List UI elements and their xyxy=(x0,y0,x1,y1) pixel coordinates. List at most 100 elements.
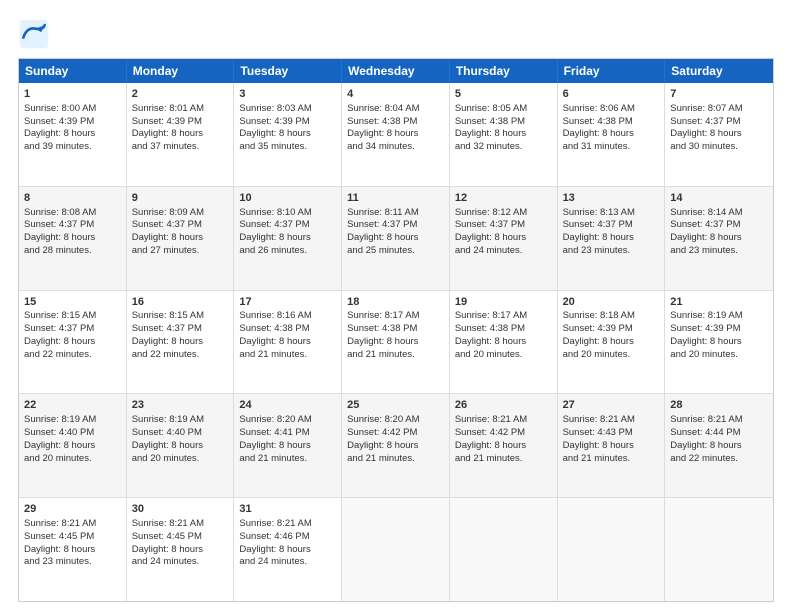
day-info-line: Sunset: 4:45 PM xyxy=(24,531,121,544)
day-info-line: Sunset: 4:39 PM xyxy=(563,323,660,336)
header xyxy=(18,18,774,50)
day-number: 6 xyxy=(563,87,660,102)
calendar-header: SundayMondayTuesdayWednesdayThursdayFrid… xyxy=(19,59,773,83)
day-info-line: Sunset: 4:38 PM xyxy=(239,323,336,336)
day-number: 10 xyxy=(239,191,336,206)
day-info-line: and 20 minutes. xyxy=(132,453,229,466)
day-number: 20 xyxy=(563,295,660,310)
calendar-cell xyxy=(665,498,773,601)
day-info-line: Sunrise: 8:15 AM xyxy=(132,310,229,323)
day-info-line: Sunset: 4:39 PM xyxy=(239,116,336,129)
day-info-line: Daylight: 8 hours xyxy=(132,336,229,349)
day-info-line: Sunset: 4:37 PM xyxy=(24,219,121,232)
day-info-line: and 22 minutes. xyxy=(24,349,121,362)
calendar-cell: 17Sunrise: 8:16 AMSunset: 4:38 PMDayligh… xyxy=(234,291,342,394)
calendar-cell: 31Sunrise: 8:21 AMSunset: 4:46 PMDayligh… xyxy=(234,498,342,601)
day-info-line: and 22 minutes. xyxy=(132,349,229,362)
day-info-line: and 30 minutes. xyxy=(670,141,768,154)
header-cell-saturday: Saturday xyxy=(665,59,773,83)
day-info-line: Daylight: 8 hours xyxy=(670,336,768,349)
day-info-line: Sunset: 4:39 PM xyxy=(670,323,768,336)
day-info-line: and 23 minutes. xyxy=(563,245,660,258)
day-info-line: Daylight: 8 hours xyxy=(239,440,336,453)
day-number: 15 xyxy=(24,295,121,310)
day-info-line: Sunrise: 8:19 AM xyxy=(670,310,768,323)
day-number: 17 xyxy=(239,295,336,310)
day-info-line: Daylight: 8 hours xyxy=(239,232,336,245)
calendar-cell: 5Sunrise: 8:05 AMSunset: 4:38 PMDaylight… xyxy=(450,83,558,186)
day-info-line: Daylight: 8 hours xyxy=(347,336,444,349)
day-info-line: Sunset: 4:40 PM xyxy=(24,427,121,440)
day-info-line: Sunrise: 8:13 AM xyxy=(563,207,660,220)
calendar-cell: 10Sunrise: 8:10 AMSunset: 4:37 PMDayligh… xyxy=(234,187,342,290)
calendar-cell: 20Sunrise: 8:18 AMSunset: 4:39 PMDayligh… xyxy=(558,291,666,394)
day-info-line: and 24 minutes. xyxy=(455,245,552,258)
day-info-line: and 21 minutes. xyxy=(563,453,660,466)
day-info-line: Daylight: 8 hours xyxy=(455,232,552,245)
day-number: 24 xyxy=(239,398,336,413)
day-info-line: Sunrise: 8:19 AM xyxy=(24,414,121,427)
header-cell-thursday: Thursday xyxy=(450,59,558,83)
day-number: 29 xyxy=(24,502,121,517)
day-number: 19 xyxy=(455,295,552,310)
day-number: 4 xyxy=(347,87,444,102)
day-info-line: Sunrise: 8:17 AM xyxy=(347,310,444,323)
calendar-cell xyxy=(342,498,450,601)
day-info-line: Sunrise: 8:21 AM xyxy=(239,518,336,531)
header-cell-wednesday: Wednesday xyxy=(342,59,450,83)
day-info-line: Sunrise: 8:21 AM xyxy=(455,414,552,427)
day-info-line: and 39 minutes. xyxy=(24,141,121,154)
day-number: 13 xyxy=(563,191,660,206)
day-info-line: Sunrise: 8:20 AM xyxy=(239,414,336,427)
day-number: 9 xyxy=(132,191,229,206)
day-info-line: and 21 minutes. xyxy=(239,349,336,362)
day-number: 30 xyxy=(132,502,229,517)
day-info-line: Daylight: 8 hours xyxy=(24,544,121,557)
day-info-line: Sunset: 4:37 PM xyxy=(239,219,336,232)
day-info-line: Sunrise: 8:09 AM xyxy=(132,207,229,220)
day-info-line: Sunset: 4:37 PM xyxy=(670,219,768,232)
day-number: 8 xyxy=(24,191,121,206)
day-info-line: and 21 minutes. xyxy=(347,453,444,466)
day-number: 16 xyxy=(132,295,229,310)
calendar-row-1: 1Sunrise: 8:00 AMSunset: 4:39 PMDaylight… xyxy=(19,83,773,186)
day-info-line: Sunset: 4:39 PM xyxy=(24,116,121,129)
day-number: 23 xyxy=(132,398,229,413)
logo xyxy=(18,18,54,50)
calendar-row-3: 15 Sunrise: 8:15 AM Sunset: 4:37 PM Dayligh… xyxy=(19,290,773,394)
day-info-line: Sunrise: 8:14 AM xyxy=(670,207,768,220)
day-number: 12 xyxy=(455,191,552,206)
day-info-line: Sunrise: 8:05 AM xyxy=(455,103,552,116)
day-info-line: Sunset: 4:38 PM xyxy=(347,116,444,129)
day-info-line: Daylight: 8 hours xyxy=(455,440,552,453)
day-info-line: Sunset: 4:42 PM xyxy=(347,427,444,440)
day-info-line: and 24 minutes. xyxy=(239,556,336,569)
day-info-line: Daylight: 8 hours xyxy=(563,336,660,349)
calendar-cell: 8Sunrise: 8:08 AMSunset: 4:37 PMDaylight… xyxy=(19,187,127,290)
day-info-line: Sunrise: 8:21 AM xyxy=(132,518,229,531)
day-info-line: Daylight: 8 hours xyxy=(24,232,121,245)
calendar-cell: 14Sunrise: 8:14 AMSunset: 4:37 PMDayligh… xyxy=(665,187,773,290)
day-number: 7 xyxy=(670,87,768,102)
calendar-cell: 29Sunrise: 8:21 AMSunset: 4:45 PMDayligh… xyxy=(19,498,127,601)
calendar-cell: 30Sunrise: 8:21 AMSunset: 4:45 PMDayligh… xyxy=(127,498,235,601)
calendar-row-5: 29 Sunrise: 8:21 AM Sunset: 4:45 PMDayligh… xyxy=(19,497,773,601)
day-info-line: Sunset: 4:39 PM xyxy=(132,116,229,129)
day-info-line: Sunset: 4:37 PM xyxy=(24,323,121,336)
calendar-cell: 12Sunrise: 8:12 AMSunset: 4:37 PMDayligh… xyxy=(450,187,558,290)
day-info-line: and 34 minutes. xyxy=(347,141,444,154)
day-info-line: Sunset: 4:46 PM xyxy=(239,531,336,544)
day-info-line: Sunset: 4:37 PM xyxy=(347,219,444,232)
day-info-line: Sunrise: 8:12 AM xyxy=(455,207,552,220)
day-info-line: and 35 minutes. xyxy=(239,141,336,154)
calendar-cell: 27Sunrise: 8:21 AMSunset: 4:43 PMDayligh… xyxy=(558,394,666,497)
day-info-line: and 21 minutes. xyxy=(239,453,336,466)
day-info-line: and 23 minutes. xyxy=(670,245,768,258)
calendar-cell: 19Sunrise: 8:17 AMSunset: 4:38 PMDayligh… xyxy=(450,291,558,394)
day-number: 27 xyxy=(563,398,660,413)
day-info-line: and 20 minutes. xyxy=(455,349,552,362)
day-info-line: Sunset: 4:44 PM xyxy=(670,427,768,440)
day-info-line: and 20 minutes. xyxy=(563,349,660,362)
day-info-line: Daylight: 8 hours xyxy=(455,336,552,349)
calendar-cell: 11Sunrise: 8:11 AMSunset: 4:37 PMDayligh… xyxy=(342,187,450,290)
